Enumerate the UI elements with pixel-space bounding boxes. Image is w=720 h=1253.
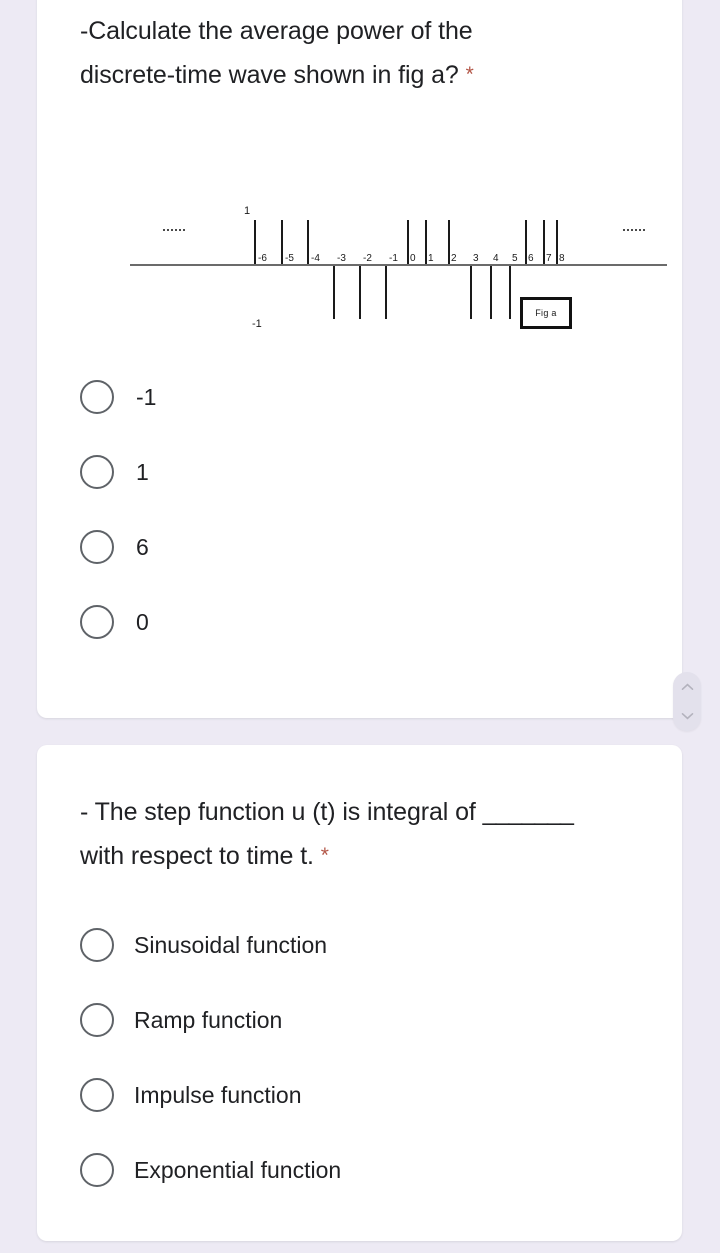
option-label: Exponential function: [134, 1156, 342, 1183]
question-title-average-power: -Calculate the average power of the disc…: [80, 10, 560, 97]
option-label: 1: [136, 458, 149, 485]
required-asterisk: *: [320, 844, 329, 867]
option-row-1[interactable]: Ramp function: [80, 1000, 282, 1040]
question-title-step-function: - The step function u (t) is integral of…: [80, 791, 590, 878]
chevron-down-icon[interactable]: [681, 712, 694, 720]
figure-discrete-time-wave: -6 -5 -4 -3 -2 -1 0 1 2 3 4 5 6 7 8 1 -1: [37, 184, 682, 349]
radio-button-icon[interactable]: [80, 928, 114, 962]
option-label: 6: [136, 533, 149, 560]
radio-button-icon[interactable]: [80, 530, 114, 564]
option-row-2[interactable]: Impulse function: [80, 1075, 301, 1115]
svg-text:-5: -5: [285, 253, 294, 264]
svg-text:-4: -4: [311, 253, 320, 264]
svg-text:2: 2: [451, 253, 457, 264]
radio-button-icon[interactable]: [80, 1003, 114, 1037]
option-label: Impulse function: [134, 1081, 302, 1108]
radio-button-icon[interactable]: [80, 1153, 114, 1187]
question-card-average-power: -Calculate the average power of the disc…: [37, 0, 682, 718]
svg-text:-1: -1: [389, 253, 398, 264]
option-label: Ramp function: [134, 1006, 283, 1033]
svg-text:5: 5: [512, 253, 518, 264]
option-row-2[interactable]: 6: [80, 527, 149, 567]
svg-text:0: 0: [410, 253, 416, 264]
required-asterisk: *: [465, 63, 474, 86]
radio-button-icon[interactable]: [80, 380, 114, 414]
svg-text:-6: -6: [258, 253, 267, 264]
svg-text:8: 8: [559, 253, 565, 264]
svg-text:-1: -1: [252, 318, 262, 330]
option-row-0[interactable]: Sinusoidal function: [80, 925, 327, 965]
figure-caption-label: Fig a: [535, 308, 557, 318]
question-text: -Calculate the average power of the disc…: [80, 17, 473, 89]
option-label: Sinusoidal function: [134, 931, 328, 958]
svg-text:-3: -3: [337, 253, 346, 264]
option-label: 0: [136, 608, 149, 635]
option-row-0[interactable]: -1: [80, 377, 156, 417]
radio-button-icon[interactable]: [80, 605, 114, 639]
svg-text:3: 3: [473, 253, 479, 264]
svg-text:1: 1: [428, 253, 434, 264]
option-row-1[interactable]: 1: [80, 452, 149, 492]
option-label: -1: [136, 383, 157, 410]
svg-text:4: 4: [493, 253, 499, 264]
scroll-control[interactable]: [673, 672, 701, 731]
radio-button-icon[interactable]: [80, 1078, 114, 1112]
svg-text:6: 6: [528, 253, 534, 264]
svg-text:1: 1: [244, 205, 250, 217]
radio-button-icon[interactable]: [80, 455, 114, 489]
option-row-3[interactable]: 0: [80, 602, 149, 642]
figure-caption-box: Fig a: [520, 297, 572, 329]
svg-text:7: 7: [546, 253, 552, 264]
question-text-before-blank: - The step function u (t) is integral of: [80, 798, 476, 826]
question-card-step-function: - The step function u (t) is integral of…: [37, 745, 682, 1241]
chevron-up-icon[interactable]: [681, 683, 694, 691]
option-row-3[interactable]: Exponential function: [80, 1150, 341, 1190]
question-text-after-blank: with respect to time t.: [80, 842, 314, 870]
question-blank: _______: [482, 798, 574, 826]
svg-text:-2: -2: [363, 253, 372, 264]
